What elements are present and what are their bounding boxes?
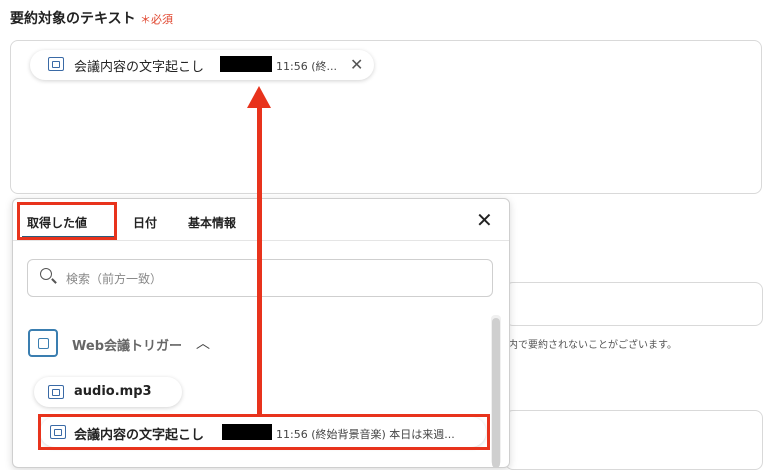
background-field-2[interactable] <box>505 410 763 470</box>
tab-date[interactable]: 日付 <box>133 214 157 231</box>
chevron-up-icon[interactable]: ︿ <box>196 333 210 353</box>
required-badge: ＊必須 <box>140 13 173 26</box>
redaction-block <box>220 56 272 72</box>
background-note: 内で要約されないことがございます。 <box>508 340 677 351</box>
chip-label: 会議内容の文字起こし <box>74 60 205 75</box>
web-meeting-icon <box>28 329 58 357</box>
file-icon <box>48 385 64 399</box>
tab-basic-info[interactable]: 基本情報 <box>188 214 236 231</box>
trigger-group-label[interactable]: Web会議トリガー <box>72 335 182 354</box>
field-label: 要約対象のテキスト <box>10 11 136 27</box>
transcript-icon <box>48 57 64 71</box>
close-icon[interactable]: ✕ <box>476 208 493 232</box>
search-placeholder: 検索（前方一致） <box>66 272 163 286</box>
list-item-label: audio.mp3 <box>74 384 152 399</box>
arrow-up-icon <box>247 86 271 108</box>
highlight-box <box>17 202 117 240</box>
annotation-arrow-shaft <box>257 104 262 416</box>
search-icon <box>40 268 52 280</box>
scrollbar-thumb[interactable] <box>492 318 500 468</box>
background-field[interactable] <box>505 282 763 326</box>
close-icon[interactable]: ✕ <box>350 55 363 74</box>
highlight-box <box>38 414 490 450</box>
chip-time: 11:56 (終... <box>276 60 337 73</box>
